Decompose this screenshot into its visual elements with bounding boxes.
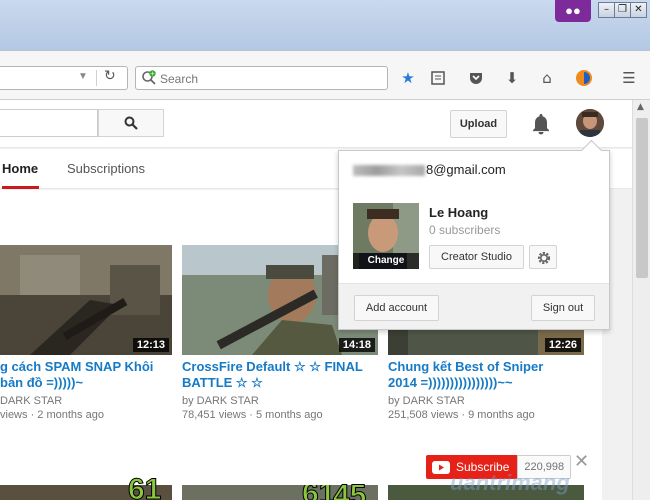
svg-text:+: + bbox=[150, 71, 155, 78]
search-icon: + bbox=[142, 70, 156, 85]
notifications-bell-icon[interactable] bbox=[530, 112, 552, 136]
video-views: views bbox=[0, 409, 28, 421]
subscriber-count-text: 0 subscribers bbox=[429, 223, 501, 237]
video-channel[interactable]: by DARK STAR bbox=[182, 395, 259, 407]
magnifier-icon bbox=[124, 116, 138, 130]
video-duration: 12:13 bbox=[132, 338, 169, 352]
video-views: 78,451 views bbox=[182, 409, 247, 421]
thumbnail-number: 61 bbox=[301, 485, 335, 500]
browser-search-input[interactable]: + Search bbox=[135, 66, 388, 90]
home-icon[interactable]: ⌂ bbox=[536, 67, 558, 89]
youtube-search-button[interactable] bbox=[98, 109, 164, 137]
video-meta: 251,508 views · 9 months ago bbox=[388, 409, 535, 421]
sync-icon[interactable] bbox=[573, 67, 595, 89]
account-email: 8@gmail.com bbox=[353, 162, 506, 177]
profile-photo[interactable]: Change bbox=[353, 203, 419, 269]
thumbnail-number: 61 bbox=[127, 473, 162, 500]
page-scrollbar[interactable]: ▲ bbox=[632, 100, 650, 500]
video-channel[interactable]: by DARK STAR bbox=[388, 395, 465, 407]
pocket-icon[interactable] bbox=[465, 67, 487, 89]
download-icon[interactable]: ⬇ bbox=[501, 67, 523, 89]
watermark: uantrimang bbox=[450, 470, 570, 495]
video-title-line: CrossFire Default ☆ ☆ FINAL bbox=[182, 359, 363, 374]
video-channel[interactable]: DARK STAR bbox=[0, 395, 62, 407]
video-duration: 14:18 bbox=[338, 338, 375, 352]
search-placeholder: Search bbox=[160, 72, 199, 86]
video-meta: views · 2 months ago bbox=[0, 409, 104, 421]
private-browsing-mask-icon[interactable]: ●● bbox=[555, 0, 591, 22]
url-bar[interactable]: ▼ ↻ bbox=[0, 66, 128, 90]
account-avatar[interactable] bbox=[576, 109, 604, 137]
window-titlebar: ●● – ❐ ✕ bbox=[0, 0, 650, 50]
tab-subscriptions[interactable]: Subscriptions bbox=[67, 149, 145, 189]
video-age: 9 months ago bbox=[468, 409, 535, 421]
video-title-line: 2014 =))))))))))))))))~~ bbox=[388, 375, 513, 390]
sign-out-button[interactable]: Sign out bbox=[531, 295, 595, 321]
thumbnail-number-overlay: 61 bbox=[120, 473, 161, 500]
youtube-search-input[interactable] bbox=[0, 109, 98, 137]
browser-toolbar: ▼ ↻ + Search ★ ⬇ ⌂ ☰ bbox=[0, 50, 650, 100]
video-age: 2 months ago bbox=[37, 409, 104, 421]
video-title-line: g cách SPAM SNAP Khôi bbox=[0, 359, 154, 374]
video-age: 5 months ago bbox=[256, 409, 323, 421]
reload-icon[interactable]: ↻ bbox=[104, 68, 116, 84]
video-thumbnail[interactable]: 12:13 bbox=[0, 245, 172, 355]
thumbnail-number: 45 bbox=[332, 479, 367, 500]
video-title-line: Chung kết Best of Sniper bbox=[388, 359, 544, 374]
video-title[interactable]: CrossFire Default ☆ ☆ FINAL BATTLE ☆ ☆ bbox=[182, 359, 378, 391]
creator-studio-button[interactable]: Creator Studio bbox=[429, 245, 524, 269]
video-views: 251,508 views bbox=[388, 409, 459, 421]
account-popup-footer: Add account Sign out bbox=[339, 283, 609, 329]
email-domain: 8@gmail.com bbox=[426, 162, 506, 177]
tab-home[interactable]: Home bbox=[2, 149, 40, 189]
scroll-up-arrow-icon[interactable]: ▲ bbox=[637, 102, 644, 112]
menu-hamburger-icon[interactable]: ☰ bbox=[618, 67, 640, 89]
bookmark-star-icon[interactable]: ★ bbox=[397, 67, 419, 89]
change-photo-label[interactable]: Change bbox=[353, 253, 419, 269]
channel-name: Le Hoang bbox=[429, 205, 489, 220]
youtube-play-icon bbox=[432, 460, 450, 474]
scrollbar-thumb[interactable] bbox=[636, 118, 648, 278]
video-title[interactable]: Chung kết Best of Sniper 2014 =)))))))))… bbox=[388, 359, 584, 391]
reading-list-icon[interactable] bbox=[427, 67, 449, 89]
video-title-line: bản đồ =)))))~ bbox=[0, 375, 84, 390]
restore-button[interactable]: ❐ bbox=[614, 2, 631, 18]
youtube-header: Upload bbox=[0, 100, 632, 148]
settings-button[interactable] bbox=[529, 245, 557, 269]
url-separator bbox=[96, 70, 97, 86]
close-window-button[interactable]: ✕ bbox=[630, 2, 647, 18]
video-duration: 12:26 bbox=[544, 338, 581, 352]
minimize-button[interactable]: – bbox=[598, 2, 615, 18]
url-dropdown-icon[interactable]: ▼ bbox=[78, 71, 88, 82]
video-meta: 78,451 views · 5 months ago bbox=[182, 409, 323, 421]
account-popup: 8@gmail.com Change Le Hoang 0 subscriber… bbox=[338, 150, 610, 330]
video-title-line: BATTLE ☆ ☆ bbox=[182, 375, 263, 390]
video-title[interactable]: g cách SPAM SNAP Khôi bản đồ =)))))~ bbox=[0, 359, 172, 391]
gear-icon bbox=[537, 251, 551, 265]
upload-button[interactable]: Upload bbox=[450, 110, 507, 138]
email-redacted bbox=[353, 165, 425, 177]
dismiss-close-icon[interactable]: ✕ bbox=[574, 451, 589, 472]
add-account-button[interactable]: Add account bbox=[354, 295, 439, 321]
